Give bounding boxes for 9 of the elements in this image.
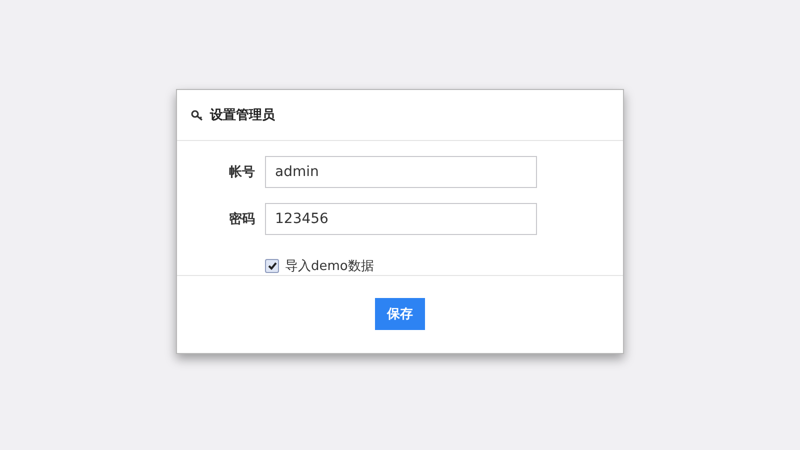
input-field[interactable]: 123456 [265, 203, 537, 235]
checkbox-label: 导入demo数据 [285, 258, 374, 275]
dialog-title: 设置管理员 [210, 107, 275, 124]
checkbox[interactable] [265, 259, 279, 273]
field-label: 帐号 [228, 164, 255, 181]
field-label: 密码 [228, 210, 255, 228]
input-field[interactable]: admin [265, 156, 537, 188]
key-icon [191, 110, 204, 120]
save-button[interactable]: 保存 [375, 298, 425, 330]
